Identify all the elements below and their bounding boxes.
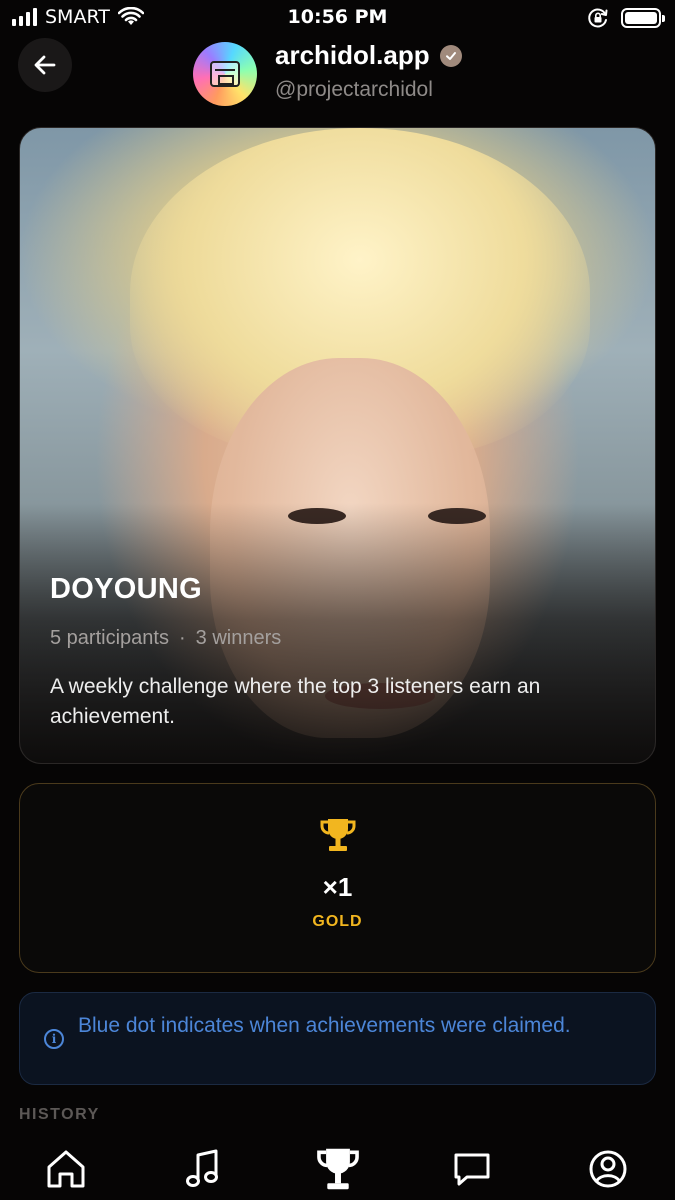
history-heading: HISTORY [19,1106,100,1123]
chat-bubble-icon [454,1153,490,1186]
account-avatar[interactable] [193,42,257,106]
trophy-icon [320,819,355,851]
archidol-logo-icon [210,61,240,87]
music-note-icon [186,1149,218,1187]
winners-count: 3 winners [195,627,282,649]
nav-challenges[interactable] [310,1141,366,1197]
challenge-title: DOYOUNG [50,573,202,605]
status-time: 10:56 PM [287,6,388,28]
info-banner: i Blue dot indicates when achievements w… [19,992,656,1085]
achievement-tier: GOLD [312,913,363,930]
achievement-count: ×1 [322,872,353,902]
arrow-left-icon [34,55,56,75]
account-handle: @projectarchidol [275,78,433,101]
battery-icon [621,8,665,28]
profile-icon [589,1150,627,1188]
nav-home[interactable] [38,1141,94,1197]
info-text: Blue dot indicates when achievements wer… [78,1014,571,1037]
account-name[interactable]: archidol.app [275,40,462,71]
nav-chat[interactable] [444,1141,500,1197]
status-right [587,7,665,29]
bottom-nav [0,1135,675,1200]
info-icon: i [44,1029,64,1049]
back-button[interactable] [18,38,72,92]
participants-count: 5 participants [50,627,169,649]
achievement-card: ×1 GOLD [19,783,656,973]
challenge-meta: 5 participants · 3 winners [50,627,625,650]
verified-badge-icon [439,44,462,67]
challenge-description: A weekly challenge where the top 3 liste… [50,675,541,728]
home-icon [47,1150,85,1188]
nav-profile[interactable] [580,1141,636,1197]
rotation-lock-icon [588,8,608,28]
status-bar: SMART 10:56 PM [0,0,675,38]
nav-music[interactable] [175,1141,231,1197]
challenge-hero-card: DOYOUNG 5 participants · 3 winners A weekl… [19,127,656,764]
account-name-label: archidol.app [275,40,430,70]
meta-separator: · [178,627,186,649]
trophy-icon [317,1148,359,1190]
